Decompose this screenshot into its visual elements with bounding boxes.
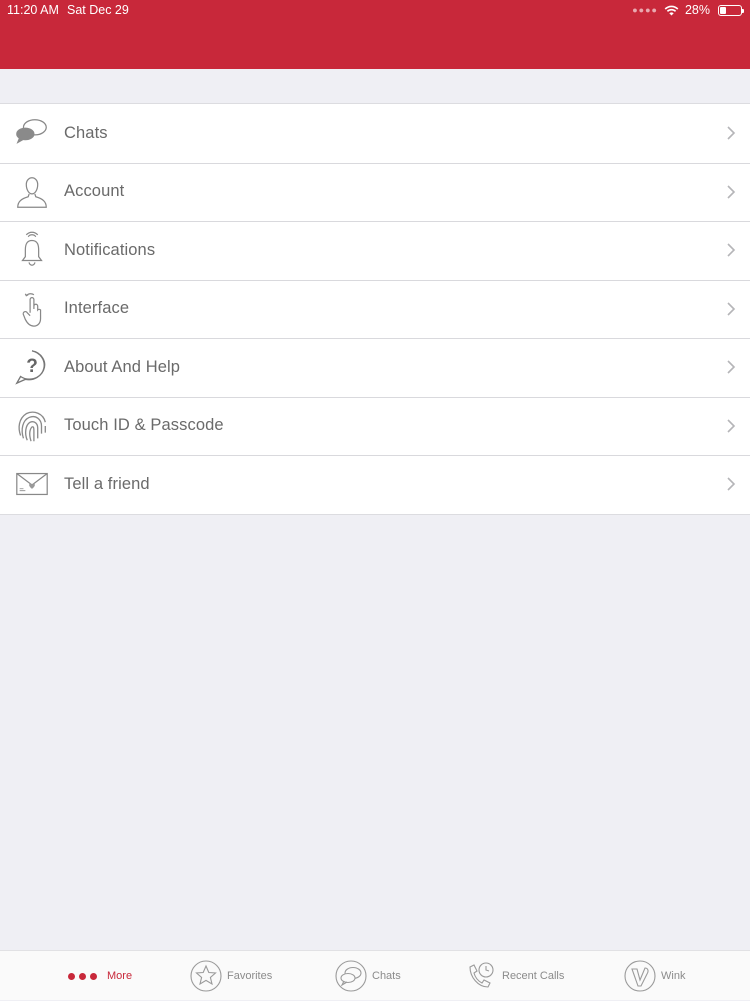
tab-label: Favorites	[227, 970, 273, 982]
menu-item-label: Chats	[64, 123, 108, 142]
app-header: 11:20 AM Sat Dec 29 ●●●● 28%	[0, 0, 750, 69]
chevron-right-icon	[727, 126, 736, 140]
envelope-icon	[0, 455, 64, 513]
menu-item-tell-a-friend[interactable]: Tell a friend	[0, 455, 750, 514]
tab-label: Chats	[372, 970, 401, 982]
status-date: Sat Dec 29	[67, 3, 129, 17]
tab-recent-calls[interactable]: Recent Calls	[464, 951, 564, 1001]
bell-icon	[0, 221, 64, 279]
tab-chats[interactable]: Chats	[334, 951, 401, 1001]
menu-item-notifications[interactable]: Notifications	[0, 221, 750, 280]
star-icon	[190, 960, 222, 992]
settings-menu: Chats Account Notifications Interface ? …	[0, 103, 750, 515]
menu-item-account[interactable]: Account	[0, 162, 750, 222]
tab-favorites[interactable]: Favorites	[189, 951, 272, 1001]
chevron-right-icon	[727, 477, 736, 491]
tab-label: Wink	[661, 970, 686, 982]
wifi-icon	[664, 5, 679, 15]
chat-bubbles-icon	[335, 960, 367, 992]
chevron-right-icon	[727, 360, 736, 374]
chevron-right-icon	[727, 185, 736, 199]
menu-item-label: Notifications	[64, 240, 156, 259]
menu-item-touch-id-passcode[interactable]: Touch ID & Passcode	[0, 396, 750, 456]
menu-item-interface[interactable]: Interface	[0, 279, 750, 339]
menu-item-label: Touch ID & Passcode	[64, 416, 224, 435]
battery-icon	[718, 4, 744, 16]
menu-item-label: Account	[64, 182, 125, 201]
status-time: 11:20 AM	[7, 3, 59, 17]
chevron-right-icon	[727, 243, 736, 257]
tab-bar: More Favorites Chats Recent Calls Wink	[0, 950, 750, 1000]
fingerprint-icon	[0, 397, 64, 455]
question-icon: ?	[0, 338, 64, 396]
chevron-right-icon	[727, 419, 736, 433]
svg-text:?: ?	[26, 356, 38, 377]
menu-item-label: About And Help	[64, 357, 181, 376]
menu-item-label: Interface	[64, 299, 130, 318]
menu-item-about-and-help[interactable]: ? About And Help	[0, 338, 750, 397]
chat-bubbles-icon	[0, 104, 64, 162]
menu-item-label: Tell a friend	[64, 474, 150, 493]
person-icon	[0, 163, 64, 221]
chevron-right-icon	[727, 302, 736, 316]
phone-clock-icon	[469, 962, 494, 988]
more-dots-icon	[68, 972, 97, 980]
tab-label: Recent Calls	[502, 970, 565, 982]
touch-hand-icon	[0, 280, 64, 338]
tab-label: More	[107, 970, 133, 982]
tab-wink[interactable]: Wink	[623, 951, 685, 1001]
wink-icon	[624, 960, 656, 992]
status-bar: 11:20 AM Sat Dec 29 ●●●● 28%	[0, 0, 750, 22]
menu-item-chats[interactable]: Chats	[0, 104, 750, 163]
tab-more[interactable]: More	[68, 951, 132, 1001]
battery-percent: 28%	[684, 3, 710, 17]
signal-dots-icon: ●●●●	[632, 5, 658, 15]
